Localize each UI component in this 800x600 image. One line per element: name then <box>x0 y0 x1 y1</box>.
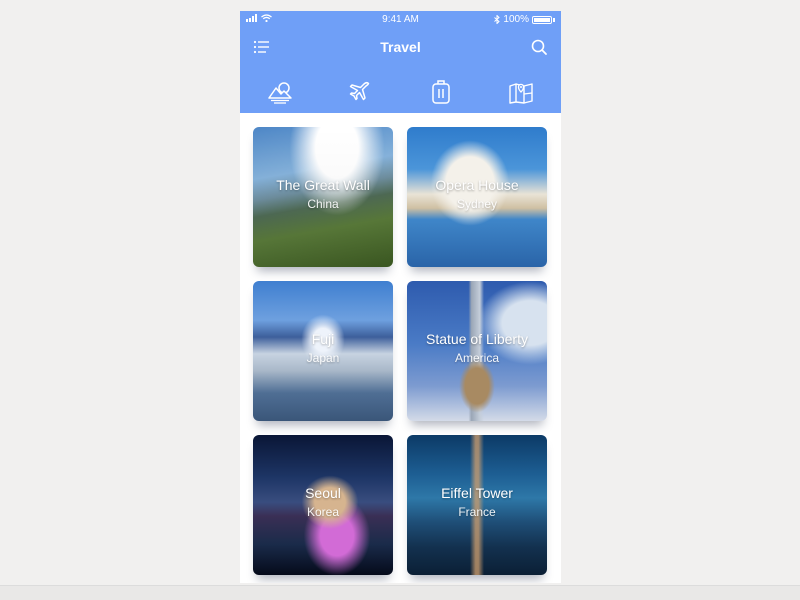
destination-name: Statue of Liberty <box>426 331 528 347</box>
category-bar <box>240 77 561 107</box>
airplane-icon <box>350 82 370 101</box>
destination-card-fuji[interactable]: Fuji Japan <box>253 281 393 421</box>
battery-tip <box>553 17 555 22</box>
map-icon <box>509 83 533 104</box>
destination-place: France <box>458 505 496 519</box>
battery-icon <box>532 15 552 24</box>
destination-name: Eiffel Tower <box>441 485 513 501</box>
status-bar: 9:41 AM 100% <box>240 11 561 29</box>
destination-name: Seoul <box>305 485 341 501</box>
category-scenery[interactable] <box>240 77 320 107</box>
category-flights[interactable] <box>320 77 400 107</box>
page-title: Travel <box>380 39 421 55</box>
scenery-icon <box>268 82 292 104</box>
destination-card-eiffel-tower[interactable]: Eiffel Tower France <box>407 435 547 575</box>
destination-place: Sydney <box>456 197 498 211</box>
destination-place: America <box>454 351 499 365</box>
header: 9:41 AM 100% Travel <box>240 11 561 113</box>
nav-bar: Travel <box>240 35 561 59</box>
destination-card-statue-of-liberty[interactable]: Statue of Liberty America <box>407 281 547 421</box>
category-luggage[interactable] <box>401 77 481 107</box>
destination-name: The Great Wall <box>276 177 370 193</box>
destination-card-seoul[interactable]: Seoul Korea <box>253 435 393 575</box>
battery-percent: 100% <box>503 14 529 25</box>
destination-grid: The Great Wall China Opera House Sydney … <box>253 127 548 575</box>
bluetooth-icon <box>494 15 501 24</box>
search-icon[interactable] <box>530 38 548 56</box>
destination-place: China <box>307 197 339 211</box>
luggage-icon <box>431 80 450 104</box>
phone-screen: 9:41 AM 100% Travel The Great Wall China… <box>240 11 561 583</box>
destination-place: Korea <box>306 505 340 519</box>
destination-place: Japan <box>306 351 340 365</box>
category-map[interactable] <box>481 77 561 107</box>
destination-card-great-wall[interactable]: The Great Wall China <box>253 127 393 267</box>
destination-name: Fuji <box>311 331 335 347</box>
bottom-strip <box>0 585 800 600</box>
destination-name: Opera House <box>435 177 519 193</box>
destination-card-opera-house[interactable]: Opera House Sydney <box>407 127 547 267</box>
